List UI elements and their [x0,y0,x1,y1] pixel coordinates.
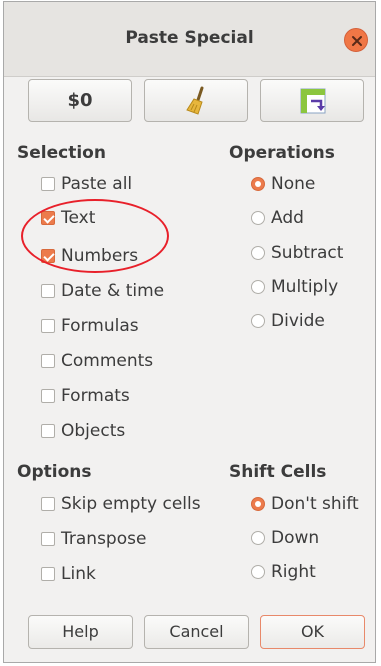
checkbox-label: Transpose [61,529,147,549]
radio-circle[interactable] [251,211,265,225]
radio-label: Right [271,562,316,582]
radio-label: Don't shift [271,494,359,514]
checkbox-box[interactable] [41,211,55,225]
radio-circle[interactable] [251,531,265,545]
checkbox-label: Formulas [61,316,139,336]
checkbox-box[interactable] [41,177,55,191]
selection-heading: Selection [17,143,106,163]
broom-icon [186,86,204,115]
radio-label: None [271,174,316,194]
dont-shift-radio[interactable]: Don't shift [251,492,359,516]
table-transpose-icon [300,88,326,114]
checkbox-label: Date & time [61,281,165,301]
checkbox-box[interactable] [41,567,55,581]
operation-add-radio[interactable]: Add [251,206,304,230]
shift-down-radio[interactable]: Down [251,526,319,550]
skip-empty-cells-checkbox[interactable]: Skip empty cells [41,492,201,516]
options-heading: Options [17,462,92,482]
values-only-button[interactable]: $0 [28,79,132,122]
shift-cells-heading: Shift Cells [229,462,327,482]
transpose-button[interactable] [260,79,364,122]
operation-subtract-radio[interactable]: Subtract [251,241,343,265]
dialog-title: Paste Special [125,28,254,48]
paste-special-dialog: Paste Special $0 Selection Paste all Tex… [3,1,376,663]
formats-checkbox[interactable]: Formats [41,384,130,408]
title-bar: Paste Special [4,2,375,77]
cancel-button[interactable]: Cancel [144,615,249,649]
checkbox-label: Comments [61,351,154,371]
radio-label: Down [271,528,320,548]
link-checkbox[interactable]: Link [41,562,96,586]
checkbox-box[interactable] [41,424,55,438]
radio-circle[interactable] [251,497,265,511]
operation-none-radio[interactable]: None [251,172,315,196]
operations-heading: Operations [229,143,335,163]
values-only-label: $0 [67,90,93,111]
checkbox-label: Paste all [61,174,133,194]
radio-circle[interactable] [251,246,265,260]
help-button[interactable]: Help [28,615,133,649]
radio-circle[interactable] [251,177,265,191]
radio-circle[interactable] [251,314,265,328]
checkbox-label: Text [61,208,96,228]
objects-checkbox[interactable]: Objects [41,419,125,443]
date-time-checkbox[interactable]: Date & time [41,279,164,303]
radio-circle[interactable] [251,565,265,579]
radio-label: Add [271,208,304,228]
shift-right-radio[interactable]: Right [251,560,316,584]
radio-label: Multiply [271,277,339,297]
radio-label: Subtract [271,243,344,263]
checkbox-label: Skip empty cells [61,494,201,514]
operation-multiply-radio[interactable]: Multiply [251,275,338,299]
transpose-checkbox[interactable]: Transpose [41,527,146,551]
checkbox-box[interactable] [41,354,55,368]
numbers-checkbox[interactable]: Numbers [41,244,138,268]
text-checkbox[interactable]: Text [41,206,95,230]
paste-all-checkbox[interactable]: Paste all [41,172,132,196]
close-icon [352,36,362,46]
radio-label: Divide [271,311,325,331]
formulas-checkbox[interactable]: Formulas [41,314,139,338]
checkbox-label: Link [61,564,96,584]
checkbox-box[interactable] [41,284,55,298]
close-button[interactable] [344,28,368,52]
checkbox-box[interactable] [41,497,55,511]
clear-button[interactable] [144,79,248,122]
radio-circle[interactable] [251,280,265,294]
checkbox-box[interactable] [41,532,55,546]
checkbox-box[interactable] [41,319,55,333]
operation-divide-radio[interactable]: Divide [251,309,325,333]
checkbox-label: Formats [61,386,130,406]
checkbox-label: Numbers [61,246,139,266]
checkbox-box[interactable] [41,389,55,403]
checkbox-box[interactable] [41,249,55,263]
ok-button[interactable]: OK [260,615,365,649]
checkbox-label: Objects [61,421,126,441]
comments-checkbox[interactable]: Comments [41,349,153,373]
